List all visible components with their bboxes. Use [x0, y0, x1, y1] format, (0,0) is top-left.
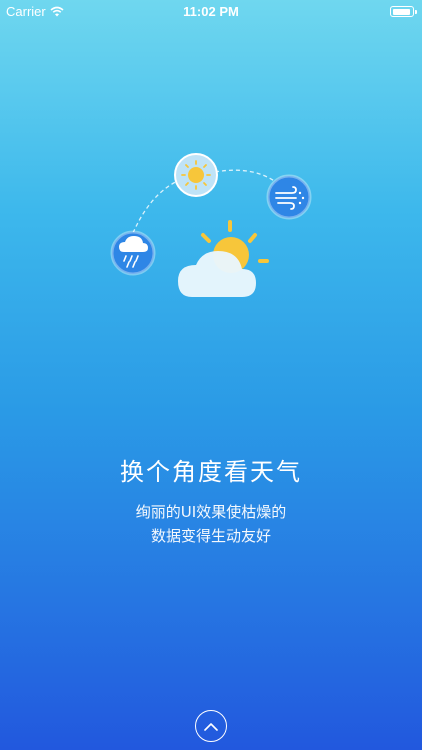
- battery-icon: [390, 6, 417, 17]
- status-time: 11:02 PM: [183, 4, 239, 19]
- subtitle: 绚丽的UI效果使枯燥的 数据变得生动友好: [0, 500, 422, 548]
- battery-level: [392, 8, 411, 15]
- rain-icon: [110, 230, 156, 276]
- swipe-up-button[interactable]: [195, 710, 227, 742]
- headline: 换个角度看天气: [120, 458, 302, 486]
- sun-cloud-icon: [178, 220, 269, 297]
- subtitle-line-2: 数据变得生动友好: [150, 527, 271, 545]
- subtitle-line-1: 绚丽的UI效果使枯燥的: [135, 503, 287, 521]
- weather-illustration: [110, 153, 312, 297]
- status-bar: Carrier 11:02 PM: [0, 0, 422, 24]
- chevron-up-icon: [204, 722, 218, 731]
- sun-icon: [174, 153, 218, 197]
- wind-icon: [266, 174, 312, 220]
- orbit-arc-right: [214, 169, 281, 186]
